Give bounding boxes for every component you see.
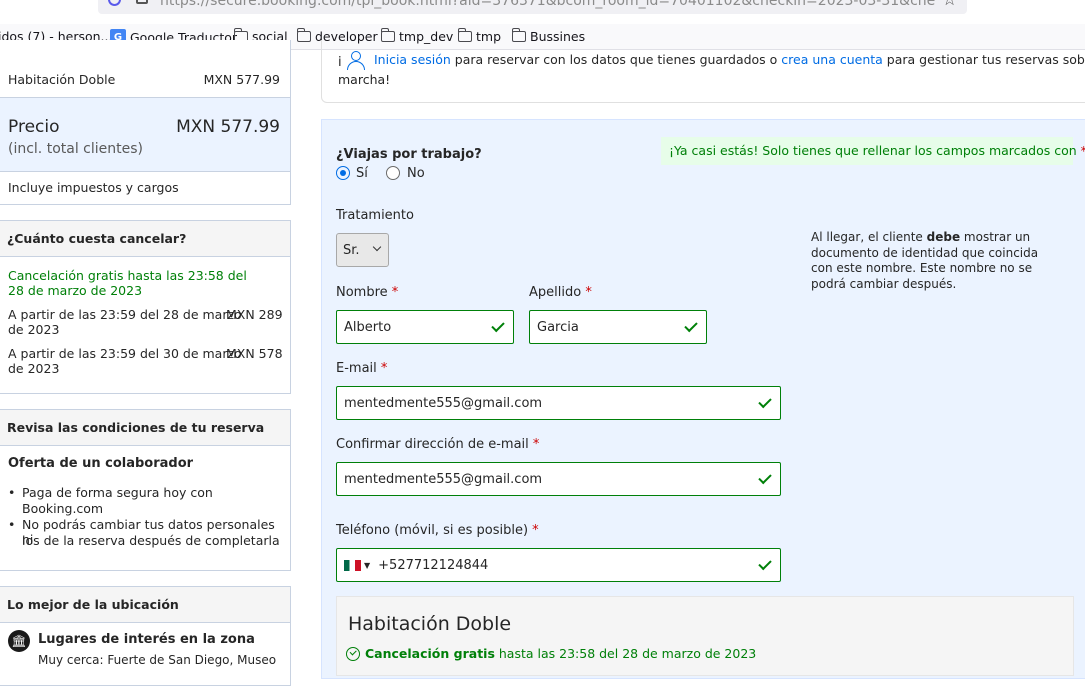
id-note-line2: documento de identidad que coincida (811, 245, 1039, 260)
title-select[interactable]: Sr. (336, 233, 389, 267)
conditions-title: Revisa las condiciones de tu reserva (0, 410, 290, 446)
condition-2-line2: los de la reserva después de completarla (22, 533, 280, 548)
url-text[interactable]: https://secure.booking.com/tpi_book.html… (160, 0, 935, 9)
radio-yes-label: Sí (356, 166, 368, 181)
signin-middle: para reservar con los datos que tienes g… (450, 52, 782, 67)
check-icon (491, 318, 505, 333)
id-note-line3: con este nombre. Este nombre no se (811, 261, 1033, 275)
free-cancel-line1: Cancelación gratis hasta las 23:58 del (8, 268, 247, 283)
phone-field[interactable]: ▼ +527712124844 (336, 548, 781, 582)
last-name-input[interactable]: Garcia (529, 310, 707, 344)
radio-no-label: No (407, 166, 425, 181)
confirm-email-label: Confirmar dirección de e-mail * (336, 437, 540, 452)
condition-1-line1: Paga de forma segura hoy con (22, 485, 213, 500)
signin-banner (321, 40, 1085, 103)
signin-link[interactable]: Inicia sesión (374, 52, 451, 67)
email-label: E-mail * (336, 361, 388, 376)
country-dropdown-icon[interactable]: ▼ (364, 561, 370, 570)
user-icon (346, 49, 366, 70)
bullet-dot: • (8, 485, 16, 500)
price-room-label: Habitación Doble (8, 72, 116, 87)
cancel-row-2-line1: A partir de las 23:59 del 30 de marzo (8, 346, 242, 361)
room-cancel-note: Cancelación gratis hasta las 23:58 del 2… (346, 646, 756, 661)
title-select-value: Sr. (343, 243, 360, 258)
cancel-row-2-line2: de 2023 (8, 361, 60, 376)
conditions-card: Revisa las condiciones de tu reserva Ofe… (0, 409, 291, 571)
create-account-link[interactable]: crea una cuenta (781, 52, 883, 67)
check-icon (758, 556, 772, 571)
radio-yes[interactable] (336, 166, 350, 180)
check-icon (684, 318, 698, 333)
price-room-value: MXN 577.99 (203, 72, 280, 87)
cancel-row-2-amount: MXN 578 (226, 346, 283, 361)
last-name-label: Apellido * (529, 285, 592, 300)
room-cancel-bold: Cancelación gratis (365, 646, 495, 661)
phone-label: Teléfono (móvil, si es posible) * (336, 523, 539, 538)
location-title: Lo mejor de la ubicación (0, 587, 290, 623)
cancel-row-1-amount: MXN 289 (226, 307, 283, 322)
confirm-email-field[interactable]: mentedmente555@gmail.com (336, 462, 781, 496)
price-note: (incl. total clientes) (8, 141, 143, 157)
id-note-line1: Al llegar, el cliente debe mostrar un (811, 230, 1031, 244)
id-note-line4: podrá cambiar después. (811, 276, 957, 291)
price-summary-card: Habitación Doble MXN 577.99 Precio MXN 5… (0, 40, 291, 205)
title-label: Tratamiento (336, 208, 414, 223)
room-card (336, 596, 1074, 676)
location-item-title: Lugares de interés en la zona (38, 632, 255, 647)
lock-icon (136, 0, 148, 4)
first-name-label: Nombre * (336, 285, 399, 300)
signin-line2: marcha! (338, 72, 391, 87)
signin-prefix: i (338, 55, 342, 70)
free-cancel-line2: 28 de marzo de 2023 (8, 283, 143, 298)
folder-icon (296, 28, 311, 42)
cancel-row-1-line2: de 2023 (8, 322, 60, 337)
location-item-text: Muy cerca: Fuerte de San Diego, Museo (38, 653, 277, 667)
cancellation-title: ¿Cuánto cuesta cancelar? (0, 221, 290, 257)
price-total: MXN 577.99 (176, 117, 280, 137)
almost-done-banner: ¡Ya casi estás! Solo tienes que rellenar… (661, 137, 1085, 165)
check-icon (758, 394, 772, 409)
partner-offer-title: Oferta de un colaborador (8, 456, 194, 471)
bullet-dot: • (8, 517, 16, 532)
bookmark-star-icon[interactable]: ☆ (942, 0, 957, 9)
cancel-row-1-line1: A partir de las 23:59 del 28 de marzo (8, 307, 242, 322)
id-note: Al llegar, el cliente debe mostrar un do… (811, 230, 1038, 292)
taxes-note: Incluye impuestos y cargos (8, 180, 179, 195)
chevron-down-icon (372, 242, 382, 252)
cancellation-card: ¿Cuánto cuesta cancelar? Cancelación gra… (0, 220, 291, 394)
first-name-input[interactable]: Alberto (336, 310, 514, 344)
room-title: Habitación Doble (348, 613, 512, 635)
signin-suffix: para gestionar tus reservas sobre la (886, 52, 1085, 67)
check-icon (758, 470, 772, 485)
check-circle-icon (346, 646, 360, 661)
landmark-icon: 🏛 (8, 630, 30, 652)
signin-text: Inicia sesión para reservar con los dato… (374, 52, 1085, 67)
condition-1-line2: Booking.com (22, 501, 104, 516)
location-card: Lo mejor de la ubicación 🏛 Lugares de in… (0, 586, 291, 686)
business-question: ¿Viajas por trabajo? (336, 147, 482, 162)
price-label: Precio (8, 117, 60, 137)
room-cancel-rest: hasta las 23:58 del 28 de marzo de 2023 (494, 646, 757, 661)
radio-no[interactable] (386, 166, 400, 180)
email-field[interactable]: mentedmente555@gmail.com (336, 386, 781, 420)
almost-done-text: ¡Ya casi estás! Solo tienes que rellenar… (669, 143, 1077, 158)
required-mark: * (1081, 143, 1085, 158)
mexico-flag-icon[interactable] (344, 559, 361, 571)
